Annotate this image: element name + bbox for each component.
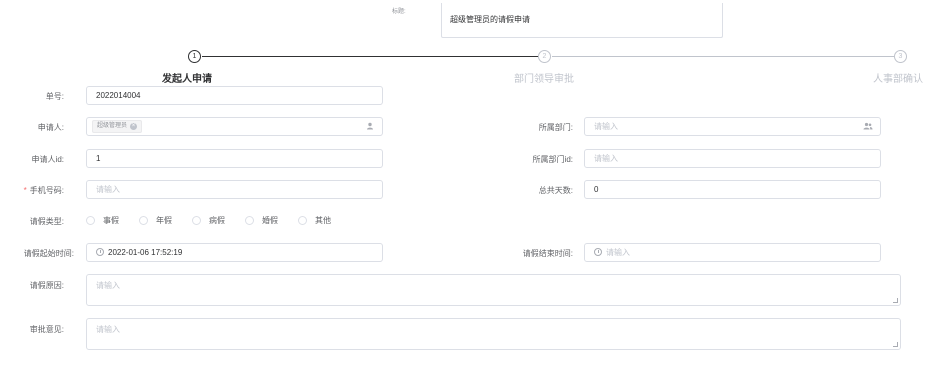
leave-type-label: 请假类型: [29,217,64,226]
radio-option-marriage[interactable]: 婚假 [245,215,278,226]
radio-label: 病假 [209,216,225,225]
applicant-id-label: 申请人id: [31,155,64,164]
radio-label: 事假 [103,216,119,225]
leave-type-radio-group: 事假 年假 病假 婚假 其他 [86,215,351,226]
phone-label: 手机号码: [29,186,64,195]
clock-icon [96,248,104,256]
department-placeholder: 请输入 [594,122,618,131]
step-1-icon: 1 [188,50,201,63]
order-no-label: 单号: [45,92,64,101]
step-2-icon: 2 [538,50,551,63]
department-id-label: 所属部门id: [532,155,573,164]
radio-option-other[interactable]: 其他 [298,215,331,226]
users-icon[interactable] [863,122,873,132]
reason-label: 请假原因: [29,281,64,290]
department-id-input[interactable]: 请输入 [584,149,881,168]
step-1-line [202,56,538,57]
end-time-label: 请假结束时间: [522,249,573,258]
step-3-icon: 3 [894,50,907,63]
radio-circle[interactable] [192,216,201,225]
radio-option-annual[interactable]: 年假 [139,215,172,226]
opinion-placeholder: 请输入 [96,325,120,334]
reason-textarea[interactable]: 请输入 [86,274,901,306]
step-2-line [552,56,894,57]
radio-circle[interactable] [245,216,254,225]
title-field[interactable]: 超级管理员的请假申请 [441,3,723,38]
start-time-value: 2022-01-06 17:52:19 [108,248,183,257]
applicant-tag-label: 超级管理员 [97,123,128,129]
applicant-select[interactable]: 超级管理员 × [86,117,383,136]
phone-placeholder: 请输入 [96,185,120,194]
step-2-title: 部门领导审批 [514,74,574,85]
phone-label-wrap: * 手机号码: [24,185,64,196]
user-icon[interactable] [365,122,375,132]
phone-input[interactable]: 请输入 [86,180,383,199]
radio-circle[interactable] [139,216,148,225]
department-label: 所属部门: [538,123,573,132]
applicant-id-input[interactable]: 1 [86,149,383,168]
radio-option-sick[interactable]: 病假 [192,215,225,226]
step-1-title: 发起人申请 [162,74,212,85]
applicant-id-value: 1 [96,154,101,163]
title-value: 超级管理员的请假申请 [450,15,530,24]
order-no-value: 2022014004 [96,91,141,100]
resize-handle[interactable] [893,298,898,303]
tag-close-icon[interactable]: × [130,123,138,130]
total-days-input[interactable]: 0 [584,180,881,199]
radio-option-personal[interactable]: 事假 [86,215,119,226]
resize-handle[interactable] [893,342,898,347]
radio-label: 年假 [156,216,172,225]
opinion-textarea[interactable]: 请输入 [86,318,901,350]
department-input[interactable]: 请输入 [584,117,881,136]
department-id-placeholder: 请输入 [594,154,618,163]
total-days-label: 总共天数: [538,186,573,195]
start-time-label: 请假起始时间: [23,249,74,258]
end-time-picker[interactable]: 请输入 [584,243,881,262]
start-time-picker[interactable]: 2022-01-06 17:52:19 [86,243,383,262]
opinion-label: 审批意见: [29,325,64,334]
required-mark: * [23,186,27,195]
reason-placeholder: 请输入 [96,281,120,290]
end-time-placeholder: 请输入 [606,248,630,257]
order-no-input[interactable]: 2022014004 [86,86,383,105]
clock-icon [594,248,602,256]
applicant-tag: 超级管理员 × [92,120,143,133]
applicant-label: 申请人: [37,123,64,132]
total-days-value: 0 [594,185,599,194]
radio-circle[interactable] [298,216,307,225]
step-3-title: 人事部确认 [873,74,923,85]
radio-label: 其他 [315,216,331,225]
radio-label: 婚假 [262,216,278,225]
title-label: 标题: [392,9,406,15]
radio-circle[interactable] [86,216,95,225]
